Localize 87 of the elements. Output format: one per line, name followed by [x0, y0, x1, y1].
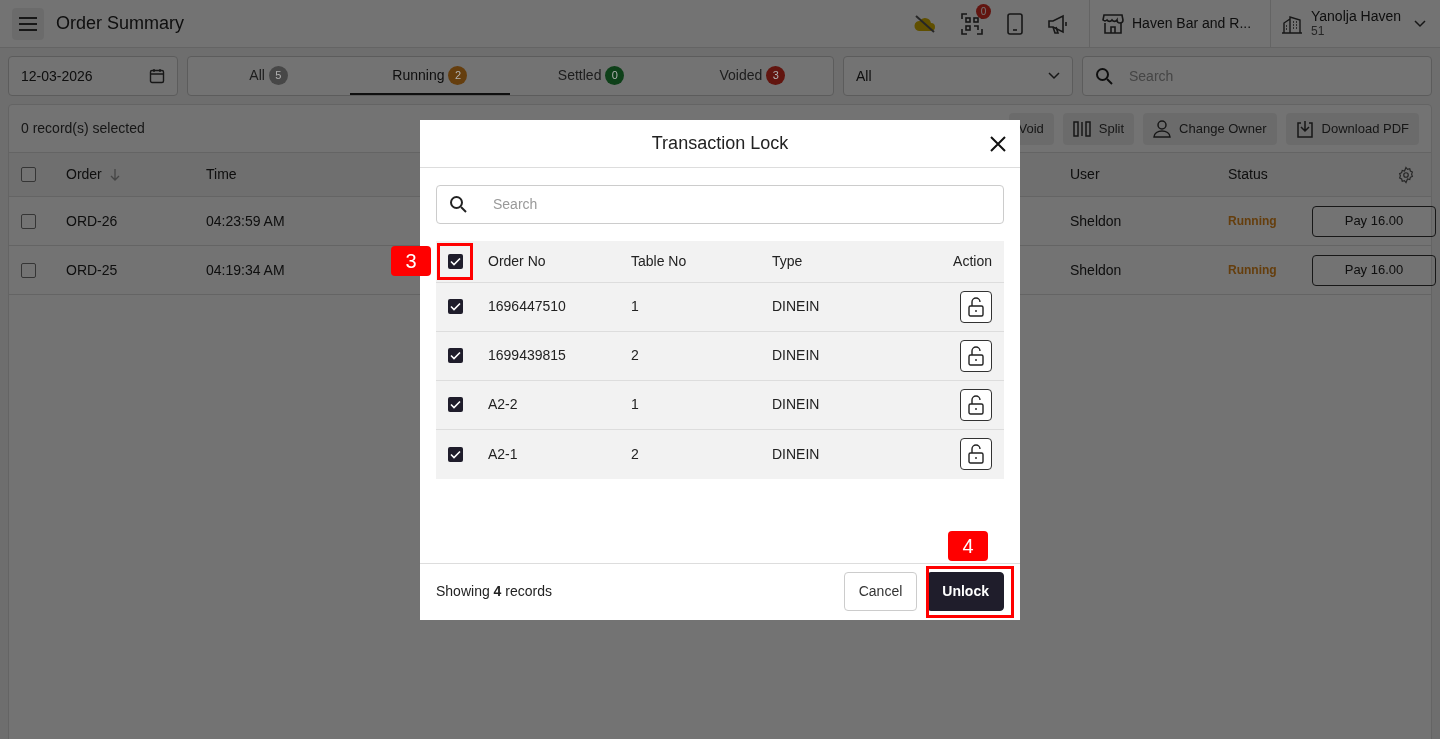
chevron-down-icon: [1414, 19, 1426, 28]
download-icon: [1295, 119, 1314, 138]
unlock-icon[interactable]: [960, 388, 992, 421]
table-cell-text: A2-1: [488, 444, 518, 464]
close-icon: [990, 135, 1006, 152]
page-title: Order Summary: [56, 12, 185, 35]
count-badge: 3: [766, 65, 786, 85]
person-icon: [1153, 119, 1172, 138]
notification-badge: 0: [976, 3, 991, 19]
record-count: Showing 4 records: [436, 582, 552, 601]
column-header[interactable]: User: [1070, 164, 1100, 185]
settings-icon[interactable]: [1397, 165, 1415, 184]
building-icon: [1281, 13, 1303, 34]
highlight-frame: [437, 242, 473, 280]
toolbar-button[interactable]: Download PDF: [1285, 112, 1419, 145]
table-cell-text: A2-2: [488, 395, 518, 414]
column-header: Type: [772, 251, 803, 271]
table-cell-text: DINEIN: [772, 395, 820, 414]
unlock-icon[interactable]: [960, 438, 992, 470]
selection-count: 0 record(s) selected: [21, 119, 145, 138]
menu-icon[interactable]: [18, 16, 38, 31]
count-badge: 5: [268, 65, 288, 85]
toolbar-button[interactable]: Change Owner: [1143, 112, 1277, 145]
table-cell-text: 1699439815: [488, 346, 566, 365]
menu-button[interactable]: [12, 7, 44, 40]
table-cell-text: 04:23:59 AM: [206, 211, 285, 231]
table-cell-text: DINEIN: [772, 297, 820, 316]
cancel-button[interactable]: Cancel: [843, 572, 918, 611]
table-cell-text: 1696447510: [488, 297, 566, 316]
checkbox[interactable]: [21, 213, 36, 229]
table-cell-text: ORD-26: [66, 211, 118, 231]
unlock-icon[interactable]: [960, 339, 992, 372]
dialog-title: Transaction Lock: [651, 131, 789, 155]
status-text: Running: [1228, 213, 1277, 230]
toolbar-button[interactable]: Split: [1062, 112, 1135, 145]
checkbox[interactable]: [21, 262, 36, 278]
search-icon: [1095, 67, 1113, 85]
table-cell-text: 2: [631, 346, 639, 365]
checkbox[interactable]: [448, 397, 463, 412]
checkbox[interactable]: [448, 253, 463, 269]
store-icon: [1102, 13, 1124, 34]
filter-tab[interactable]: All 5: [189, 57, 349, 95]
count-badge: 0: [605, 65, 625, 85]
column-header[interactable]: Status: [1228, 164, 1268, 185]
column-header[interactable]: Order: [66, 164, 102, 185]
tablet-icon[interactable]: [1007, 12, 1023, 35]
search-field[interactable]: Search: [436, 184, 1004, 224]
unlock-icon[interactable]: [960, 290, 992, 323]
count-badge: 2: [448, 65, 468, 85]
status-text: Running: [1228, 262, 1277, 279]
checkbox[interactable]: [448, 348, 463, 363]
filter-tab[interactable]: Settled 0: [511, 57, 671, 95]
unlock-button[interactable]: Unlock: [927, 572, 1004, 611]
column-header[interactable]: Time: [206, 164, 237, 185]
pay-button[interactable]: Pay 16.00: [1312, 205, 1436, 237]
store-selector[interactable]: Haven Bar and R...: [1089, 0, 1270, 48]
search-icon: [449, 195, 467, 213]
step-marker: 4: [948, 530, 988, 561]
table-cell-text: DINEIN: [772, 346, 820, 365]
checkbox[interactable]: [21, 167, 36, 182]
qr-scan-icon[interactable]: [961, 12, 983, 35]
table-cell-text: Sheldon: [1070, 260, 1122, 280]
table-cell-text: ORD-25: [66, 260, 118, 280]
filter-tab[interactable]: Running 2: [350, 57, 510, 95]
filter-tab[interactable]: Voided 3: [672, 57, 832, 95]
split-icon: [1072, 120, 1091, 137]
calendar-icon[interactable]: [149, 68, 165, 84]
checkbox[interactable]: [448, 446, 463, 462]
checkbox[interactable]: [448, 299, 463, 314]
cloud-off-icon[interactable]: [913, 13, 937, 34]
table-cell-text: 1: [631, 395, 639, 414]
table-cell-text: 2: [631, 444, 639, 464]
close-button[interactable]: [990, 135, 1006, 152]
step-marker: 3: [391, 245, 431, 276]
account-selector[interactable]: Yanolja Haven 51: [1270, 0, 1440, 48]
column-header: Order No: [488, 251, 546, 271]
date-field[interactable]: 12-03-2026: [8, 56, 178, 96]
table-cell-text: 04:19:34 AM: [206, 260, 285, 280]
table-cell-text: 1: [631, 297, 639, 316]
table-cell-text: Sheldon: [1070, 211, 1122, 231]
megaphone-icon[interactable]: [1047, 13, 1069, 34]
column-header: Table No: [631, 251, 687, 271]
type-select[interactable]: All: [843, 56, 1073, 96]
table-cell-text: DINEIN: [772, 444, 820, 464]
chevron-down-icon: [1048, 72, 1060, 80]
pay-button[interactable]: Pay 16.00: [1312, 254, 1436, 286]
column-header: Action: [953, 251, 992, 271]
